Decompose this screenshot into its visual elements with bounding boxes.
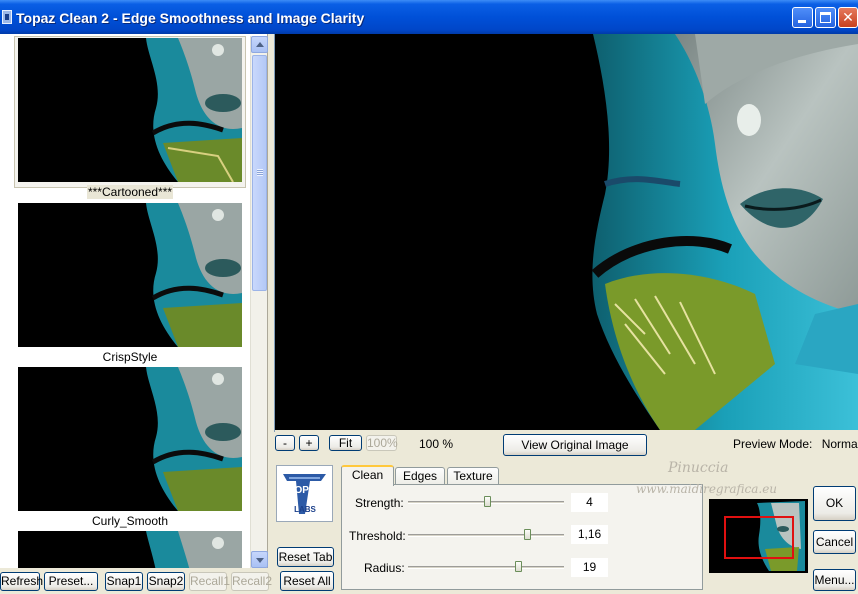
menu-button[interactable]: Menu... bbox=[813, 569, 856, 591]
preset-thumbnail bbox=[18, 203, 242, 347]
zoom-in-button[interactable]: + bbox=[299, 435, 319, 451]
scroll-down-button[interactable] bbox=[251, 551, 268, 568]
tab-clean[interactable]: Clean bbox=[341, 465, 394, 486]
radius-slider[interactable] bbox=[408, 566, 564, 569]
chevron-up-icon bbox=[256, 42, 264, 47]
zoom-out-button[interactable]: - bbox=[275, 435, 295, 451]
preset-list[interactable]: ***Cartooned*** CrispStyle Curly_Smooth bbox=[0, 34, 268, 568]
radius-slider-thumb[interactable] bbox=[515, 561, 522, 572]
recall1-button[interactable]: Recall1 bbox=[189, 572, 230, 591]
threshold-slider[interactable] bbox=[408, 534, 564, 537]
reset-all-button[interactable]: Reset All bbox=[280, 571, 334, 591]
preset-item-partial[interactable] bbox=[14, 530, 246, 568]
preset-scrollbar[interactable] bbox=[250, 36, 268, 568]
minimize-button[interactable] bbox=[792, 7, 813, 28]
window-title: Topaz Clean 2 - Edge Smoothness and Imag… bbox=[16, 10, 365, 26]
app-icon bbox=[2, 10, 12, 24]
strength-slider-thumb[interactable] bbox=[484, 496, 491, 507]
preset-thumbnail bbox=[18, 531, 242, 568]
preview-canvas[interactable] bbox=[275, 34, 858, 430]
fit-button[interactable]: Fit bbox=[329, 435, 362, 451]
preview-mode-label: Preview Mode: bbox=[733, 437, 813, 451]
zoom-100-button[interactable]: 100% bbox=[366, 435, 398, 451]
preset-item-cartooned[interactable]: ***Cartooned*** bbox=[14, 36, 246, 202]
cancel-button[interactable]: Cancel bbox=[813, 530, 856, 554]
close-button[interactable]: ✕ bbox=[838, 7, 858, 28]
reset-tab-button[interactable]: Reset Tab bbox=[277, 547, 334, 567]
clean-tab-panel: Strength: 4 Threshold: 1,16 Radius: 19 bbox=[341, 484, 703, 590]
minimize-icon bbox=[798, 20, 806, 23]
radius-label: Radius: bbox=[364, 561, 405, 575]
maximize-icon bbox=[820, 12, 831, 23]
scroll-up-button[interactable] bbox=[251, 36, 268, 53]
strength-label: Strength: bbox=[355, 496, 404, 510]
radius-value[interactable]: 19 bbox=[571, 558, 608, 577]
preset-button[interactable]: Preset... bbox=[44, 572, 98, 591]
watermark-name: Pinuccia bbox=[668, 460, 729, 476]
preset-item-crispstyle[interactable]: CrispStyle bbox=[14, 202, 246, 366]
preset-thumbnail bbox=[18, 367, 242, 511]
logo-subtext: LABS bbox=[294, 505, 316, 514]
logo-text: TOPAZ bbox=[289, 485, 322, 496]
preview-mode[interactable]: Preview Mode: Normal bbox=[733, 437, 858, 451]
navigator-viewport-frame[interactable] bbox=[724, 516, 794, 559]
maximize-button[interactable] bbox=[815, 7, 836, 28]
preset-label: CrispStyle bbox=[102, 350, 158, 364]
threshold-slider-thumb[interactable] bbox=[524, 529, 531, 540]
topaz-logo: TOPAZ LABS bbox=[276, 465, 333, 522]
watermark-url: www.maidiregrafica.eu bbox=[636, 482, 778, 496]
threshold-label: Threshold: bbox=[349, 529, 406, 543]
preset-label: Curly_Smooth bbox=[91, 514, 169, 528]
chevron-down-icon bbox=[256, 558, 264, 563]
ok-button[interactable]: OK bbox=[813, 486, 856, 521]
snap1-button[interactable]: Snap1 bbox=[105, 572, 143, 591]
navigator-thumbnail[interactable] bbox=[709, 499, 808, 573]
close-icon: ✕ bbox=[842, 9, 854, 25]
preset-thumbnail bbox=[18, 38, 242, 182]
preset-label: ***Cartooned*** bbox=[14, 185, 246, 199]
grip-icon bbox=[257, 169, 263, 176]
zoom-level: 100 % bbox=[419, 437, 454, 451]
title-bar: Topaz Clean 2 - Edge Smoothness and Imag… bbox=[0, 0, 858, 34]
view-original-button[interactable]: View Original Image bbox=[503, 434, 647, 456]
snap2-button[interactable]: Snap2 bbox=[147, 572, 185, 591]
refresh-button[interactable]: Refresh bbox=[0, 572, 43, 591]
preset-label-text: ***Cartooned*** bbox=[86, 185, 174, 199]
scroll-thumb[interactable] bbox=[252, 55, 267, 291]
preview-mode-value: Normal bbox=[821, 437, 858, 451]
threshold-value[interactable]: 1,16 bbox=[571, 525, 608, 544]
recall2-button[interactable]: Recall2 bbox=[231, 572, 272, 591]
strength-value[interactable]: 4 bbox=[571, 493, 608, 512]
preset-item-curly-smooth[interactable]: Curly_Smooth bbox=[14, 366, 246, 530]
